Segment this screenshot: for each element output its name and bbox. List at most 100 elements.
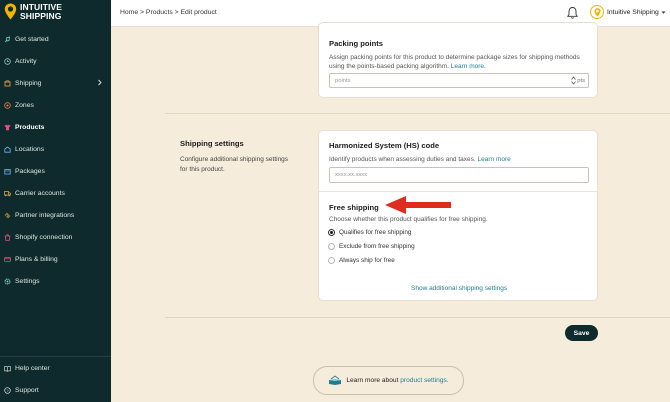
packing-points-title: Packing points	[329, 39, 384, 48]
section-divider	[165, 317, 670, 318]
sidebar-item-label: Locations	[15, 145, 45, 153]
account-name: Intuitive Shipping	[607, 8, 659, 16]
hs-code-title: Harmonized System (HS) code	[329, 141, 440, 150]
sidebar-nav: Get started Activity Shipping Zones Prod…	[0, 28, 111, 292]
book-icon	[4, 365, 11, 372]
hs-code-desc-text: Identify products when assessing duties …	[329, 156, 476, 163]
sidebar-item-carrier-accounts[interactable]: Carrier accounts	[0, 182, 111, 204]
packing-points-input[interactable]: points pts	[329, 73, 589, 88]
hs-code-input[interactable]: xxxx.xx.xxxx	[329, 167, 589, 183]
sidebar-item-label: Support	[15, 386, 39, 394]
shipping-icon	[4, 79, 11, 87]
activity-icon	[4, 57, 11, 65]
sidebar-item-zones[interactable]: Zones	[0, 94, 111, 116]
sidebar-item-label: Products	[15, 123, 45, 131]
packing-points-unit: pts	[577, 78, 585, 84]
sidebar-item-shipping[interactable]: Shipping	[0, 72, 111, 94]
sidebar-item-label: Carrier accounts	[15, 189, 65, 197]
learn-more-text: Learn more about product settings.	[346, 377, 448, 384]
sidebar-item-label: Shipping	[15, 79, 42, 87]
hs-code-description: Identify products when assessing duties …	[329, 155, 511, 164]
stepper-icon[interactable]	[571, 76, 576, 87]
radio-always-ship-free[interactable]: Always ship for free	[328, 257, 395, 264]
packing-points-description: Assign packing points for this product t…	[329, 53, 591, 71]
radio-label: Exclude from free shipping	[339, 243, 415, 250]
gear-icon	[4, 277, 11, 285]
breadcrumb-current: Edit product	[180, 9, 217, 16]
learn-more-product-settings[interactable]: Learn more about product settings.	[313, 366, 464, 395]
breadcrumb-separator: >	[174, 9, 179, 16]
radio-qualifies-free-shipping[interactable]: Qualifies for free shipping	[328, 229, 411, 236]
shipping-settings-title: Shipping settings	[180, 139, 244, 148]
radio-exclude-free-shipping[interactable]: Exclude from free shipping	[328, 243, 415, 250]
sidebar-item-partner-integrations[interactable]: Partner integrations	[0, 204, 111, 226]
sidebar-item-label: Plans & billing	[15, 255, 58, 263]
sidebar-item-locations[interactable]: Locations	[0, 138, 111, 160]
logo-pin-icon	[4, 3, 17, 20]
packing-points-placeholder: points	[335, 78, 351, 84]
annotation-arrow	[385, 196, 451, 214]
radio-button[interactable]	[328, 229, 335, 236]
sidebar-item-settings[interactable]: Settings	[0, 270, 111, 292]
card-inner-divider	[319, 191, 597, 192]
sidebar-item-label: Settings	[15, 277, 40, 285]
breadcrumb-home[interactable]: Home	[120, 9, 138, 16]
shirt-icon	[4, 124, 11, 131]
truck-icon	[4, 190, 11, 197]
caret-down-icon	[661, 11, 666, 14]
product-settings-link[interactable]: product settings.	[400, 377, 448, 384]
shopify-icon	[4, 233, 11, 241]
breadcrumb-separator: >	[140, 9, 145, 16]
sidebar-item-packages[interactable]: Packages	[0, 160, 111, 182]
radio-button[interactable]	[328, 243, 335, 250]
bell-icon[interactable]	[566, 6, 579, 20]
hs-learn-more-link[interactable]: Learn more	[478, 156, 511, 163]
sidebar-item-plans-billing[interactable]: Plans & billing	[0, 248, 111, 270]
sidebar-item-label: Zones	[15, 101, 34, 109]
avatar	[590, 5, 604, 19]
sidebar-item-label: Partner integrations	[15, 211, 75, 219]
sidebar-item-products[interactable]: Products	[0, 116, 111, 138]
sidebar-item-support[interactable]: ? Support	[0, 379, 111, 401]
billing-icon	[4, 256, 11, 263]
svg-text:?: ?	[6, 388, 9, 393]
integrations-icon	[4, 212, 11, 219]
radio-button[interactable]	[328, 257, 335, 264]
show-additional-settings-link[interactable]: Show additional shipping settings	[411, 285, 507, 292]
breadcrumb: Home > Products > Edit product	[120, 9, 217, 16]
sidebar-item-get-started[interactable]: Get started	[0, 28, 111, 50]
packing-points-card: Packing points Assign packing points for…	[318, 22, 598, 98]
hs-code-placeholder: xxxx.xx.xxxx	[335, 172, 368, 178]
brand-line-2: SHIPPING	[20, 11, 62, 21]
sidebar: INTUITIVE SHIPPING Get started Activity …	[0, 0, 111, 402]
brand-name: INTUITIVE SHIPPING	[20, 3, 62, 21]
radio-label: Qualifies for free shipping	[339, 229, 412, 236]
sidebar-item-label: Shopify connection	[15, 233, 73, 241]
breadcrumb-products[interactable]: Products	[146, 9, 173, 16]
sidebar-bottom: Help center ? Support	[0, 356, 111, 401]
sidebar-item-activity[interactable]: Activity	[0, 50, 111, 72]
section-divider	[165, 113, 670, 114]
sidebar-item-label: Get started	[15, 35, 49, 43]
brand-logo[interactable]: INTUITIVE SHIPPING	[4, 3, 62, 21]
sidebar-item-shopify-connection[interactable]: Shopify connection	[0, 226, 111, 248]
book-stack-icon	[329, 375, 342, 385]
zones-icon	[4, 101, 11, 109]
package-icon	[4, 168, 11, 175]
learn-more-prefix: Learn more about	[346, 377, 399, 384]
help-icon: ?	[4, 386, 11, 394]
sidebar-item-help-center[interactable]: Help center	[0, 357, 111, 379]
location-icon	[4, 146, 11, 153]
logo-pin-icon	[593, 7, 601, 17]
sidebar-item-label: Packages	[15, 167, 45, 175]
radio-label: Always ship for free	[339, 257, 395, 264]
save-button[interactable]: Save	[565, 325, 598, 341]
shipping-settings-card: Harmonized System (HS) code Identify pro…	[318, 130, 598, 301]
sidebar-item-label: Activity	[15, 57, 37, 65]
shipping-settings-description: Configure additional shipping settings f…	[180, 156, 289, 173]
sidebar-item-label: Help center	[15, 364, 50, 372]
packing-learn-more-link[interactable]: Learn more.	[451, 63, 486, 70]
account-menu[interactable]: Intuitive Shipping	[590, 5, 666, 19]
free-shipping-description: Choose whether this product qualifies fo…	[329, 216, 488, 223]
free-shipping-title: Free shipping	[329, 203, 379, 212]
